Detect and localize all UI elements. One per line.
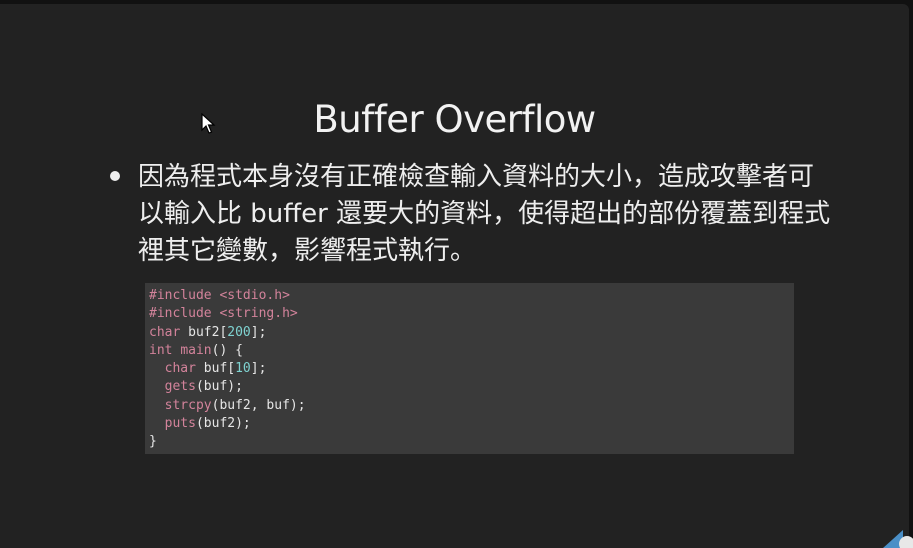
code-line-7: strcpy(buf2, buf);	[149, 398, 306, 413]
code-token: (buf2);	[195, 416, 251, 432]
code-token: buf2[	[180, 324, 228, 340]
code-line-5: char buf[10];	[149, 361, 267, 377]
code-content: #include <stdio.h> #include <string.h> c…	[149, 287, 306, 452]
code-line-3: char buf2[200];	[149, 325, 266, 340]
code-token: buf[	[195, 361, 236, 377]
code-token: char	[149, 324, 181, 340]
code-token: puts	[149, 416, 196, 432]
code-token: gets	[149, 379, 196, 395]
code-line-2: #include <string.h>	[149, 306, 298, 321]
code-token: ];	[250, 324, 267, 340]
code-line-6: gets(buf);	[149, 379, 243, 394]
code-token: main	[180, 342, 212, 358]
code-token: #include	[149, 306, 220, 322]
code-token: #include	[149, 288, 220, 303]
bullet-point-icon	[110, 171, 120, 181]
code-line-4: int main() {	[149, 343, 243, 358]
code-token: ];	[250, 361, 267, 377]
code-token: 10	[235, 361, 251, 377]
code-line-9: }	[149, 434, 157, 449]
slide-title: Buffer Overflow	[313, 98, 596, 141]
code-token: (buf);	[195, 379, 243, 395]
code-line-1: #include <stdio.h>	[149, 288, 290, 303]
code-token: char	[149, 361, 196, 377]
mouse-pointer-icon	[201, 113, 216, 134]
code-token: <string.h>	[219, 306, 298, 322]
code-token: () {	[211, 342, 243, 358]
code-token: int	[149, 342, 173, 358]
corner-badge-icon[interactable]	[879, 524, 913, 548]
code-line-8: puts(buf2);	[149, 416, 251, 431]
code-token: }	[149, 434, 157, 450]
code-token: strcpy	[149, 397, 212, 413]
code-token: 200	[227, 324, 251, 340]
code-block: #include <stdio.h> #include <string.h> c…	[145, 283, 794, 454]
screen: Buffer Overflow 因為程式本身沒有正確檢查輸入資料的大小，造成攻擊…	[0, 0, 913, 548]
bullet-text: 因為程式本身沒有正確檢查輸入資料的大小，造成攻擊者可以輸入比 buffer 還要…	[138, 162, 831, 266]
code-token: <stdio.h>	[219, 288, 290, 303]
code-token: (buf2, buf);	[211, 397, 306, 413]
presentation-slide: Buffer Overflow 因為程式本身沒有正確檢查輸入資料的大小，造成攻擊…	[0, 4, 909, 548]
